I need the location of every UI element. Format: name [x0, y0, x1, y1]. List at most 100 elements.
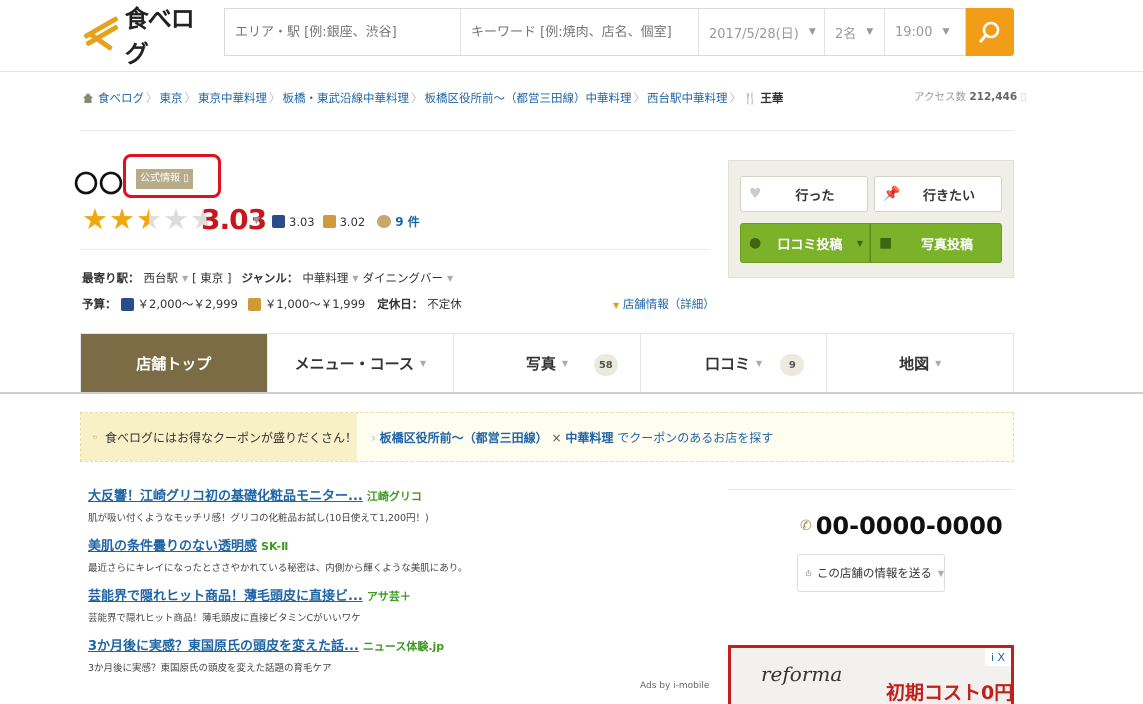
genre-link[interactable]: ダイニングバー [363, 270, 444, 286]
ad-sponsor: SK-Ⅱ [261, 540, 289, 553]
breadcrumb-item[interactable]: 東京 [160, 90, 183, 106]
breadcrumb-current: 王華 [760, 91, 784, 105]
star-icon: ★ [82, 202, 108, 236]
ad-title[interactable]: 3か月後に実感？東国原氏の頭皮を変えた話... [88, 639, 359, 654]
coupon-suffix: でクーポンのあるお店を探す [617, 430, 774, 445]
chevron-down-icon[interactable]: ▼ [253, 216, 260, 226]
search-icon [979, 21, 1000, 43]
ad-sponsor: ニュース体験.jp [362, 640, 445, 653]
tab-count: 58 [593, 354, 618, 376]
review-count-link[interactable]: 9 件 [395, 213, 420, 230]
ads-by-label[interactable]: Ads by i-mobile [640, 681, 709, 691]
tab-photos[interactable]: 写真 ▼ 58 [454, 334, 641, 393]
store-detail-label: 店舗情報（詳細） [622, 297, 715, 311]
tab-label: 写真 [525, 355, 556, 373]
coupon-message: 食べログにはお得なクーポンが盛りだくさん！ [104, 430, 357, 445]
sun-icon [247, 297, 261, 311]
budget-lunch: ￥1,000～￥1,999 [264, 297, 366, 311]
review-label: 口コミ投稿 [777, 237, 843, 253]
ad-description: 3か月後に実感？東国原氏の頭皮を変えた話題の育毛ケア [88, 663, 332, 674]
coupon-search-link[interactable]: › 板橋区役所前～（都営三田線） × 中華料理 でクーポンのあるお店を探す [357, 429, 773, 446]
ad-title[interactable]: 大反響！江崎グリコ初の基礎化粧品モニター... [88, 489, 363, 504]
ad-title[interactable]: 美肌の条件曇りのない透明感 [88, 539, 257, 554]
time-select[interactable]: 19:00 ▼ [885, 9, 965, 55]
send-shop-info-button[interactable]: この店舗の情報を送る ▼ [797, 554, 945, 592]
budget-label: 予算： [82, 297, 117, 311]
ad-item[interactable]: 芸能界で隠れヒット商品！薄毛頭皮に直接ビ... アサ芸＋ 芸能界で隠れヒット商品！… [88, 585, 411, 624]
night-score: 3.03 [289, 214, 315, 229]
people-select[interactable]: 2名 ▼ [825, 9, 885, 55]
send-info-label: この店舗の情報を送る [816, 566, 932, 580]
chevron-down-icon: ▼ [866, 27, 874, 37]
want-to-go-button[interactable]: 📌 行きたい [874, 176, 1002, 212]
shop-name: 〇〇 [74, 170, 124, 198]
chevron-down-icon: ▼ [808, 27, 816, 37]
post-photo-button[interactable]: ■ 写真投稿 [870, 223, 1002, 263]
tab-top[interactable]: 店舗トップ [81, 334, 268, 393]
ad-description: 最近さらにキレイになったとささやかれている秘密は、内側から輝くような美肌にあり。 [88, 563, 468, 574]
breadcrumb-separator: 〉 [184, 91, 197, 105]
tab-reviews[interactable]: 口コミ ▼ 9 [641, 334, 828, 393]
comment-icon: ● [749, 235, 762, 251]
tab-label: メニュー・コース [294, 355, 414, 373]
shop-info-line1: 最寄り駅： 西台駅 ▼ [ 東京 ] ジャンル： 中華料理 ▼ ダイニングバー … [82, 270, 453, 286]
star-rating: ★ ★ ★ ★ ★ [82, 204, 216, 234]
banner-text: 初期コスト0円で [886, 682, 1014, 704]
phone-number: ✆ 00-0000-0000 [800, 512, 1003, 540]
breadcrumb-item[interactable]: 板橋・東武沿線中華料理 [283, 90, 410, 106]
phone-value: 00-0000-0000 [815, 512, 1003, 540]
info-icon: ▯ [1020, 91, 1027, 103]
breadcrumb-separator: 〉 [633, 91, 646, 105]
holiday-label: 定休日： [377, 297, 424, 311]
station-link[interactable]: 西台駅 [144, 270, 179, 286]
tabelog-logo[interactable]: 食べログ [80, 5, 210, 68]
chevron-down-icon: ▼ [935, 359, 942, 368]
store-detail-link[interactable]: ▼ 店舗情報（詳細） [613, 296, 715, 312]
home-icon [83, 93, 93, 103]
breadcrumb-item[interactable]: 東京中華料理 [198, 90, 267, 106]
search-button[interactable] [966, 8, 1014, 56]
breadcrumb-item[interactable]: 板橋区役所前～（都営三田線）中華料理 [425, 90, 632, 106]
search-bar: 2017/5/28(日) ▼ 2名 ▼ 19:00 ▼ [224, 8, 966, 56]
breadcrumb: 食べログ〉 東京〉 東京中華料理〉 板橋・東武沿線中華料理〉 板橋区役所前～（都… [82, 88, 783, 108]
pin-icon: 📌 [883, 186, 901, 202]
ad-item[interactable]: 美肌の条件曇りのない透明感 SK-Ⅱ 最近さらにキレイになったとささやかれている秘… [88, 535, 468, 574]
action-panel: ♥ 行った 📌 行きたい ● 口コミ投稿 ▼ ■ 写真投稿 [728, 160, 1014, 278]
went-button[interactable]: ♥ 行った [740, 176, 868, 212]
ad-close-icon[interactable]: i X [985, 648, 1011, 666]
area-tag[interactable]: [ 東京 ] [192, 270, 231, 286]
access-count: アクセス数 212,446 ▯ [914, 89, 1026, 104]
phone-icon: ✆ [800, 518, 812, 534]
banner-ad[interactable]: reforma 初期コスト0円で i X [728, 645, 1014, 704]
breadcrumb-separator: 〉 [411, 91, 423, 105]
ad-item[interactable]: 大反響！江崎グリコ初の基礎化粧品モニター... 江崎グリコ 肌が吸い付くようなモッ… [88, 485, 429, 524]
ad-item[interactable]: 3か月後に実感？東国原氏の頭皮を変えた話... ニュース体験.jp 3か月後に実感… [88, 635, 444, 674]
area-field-wrap [225, 9, 461, 55]
ad-sponsor: アサ芸＋ [366, 590, 411, 603]
coupon-area: 板橋区役所前～（都営三田線） [379, 430, 548, 445]
comment-icon [377, 215, 392, 228]
coupon-icon [93, 435, 97, 439]
sun-icon [322, 215, 336, 228]
tab-label: 地図 [899, 355, 930, 373]
area-input[interactable] [235, 24, 460, 40]
genre-link[interactable]: 中華料理 [302, 270, 348, 286]
date-select[interactable]: 2017/5/28(日) ▼ [699, 9, 825, 55]
photo-label: 写真投稿 [920, 237, 973, 253]
ad-title[interactable]: 芸能界で隠れヒット商品！薄毛頭皮に直接ビ... [88, 589, 363, 604]
chevron-down-icon: ▼ [182, 273, 189, 283]
tab-label: 店舗トップ [136, 355, 212, 373]
share-icon [806, 569, 811, 577]
breadcrumb-item[interactable]: 食べログ [98, 90, 144, 106]
keyword-input[interactable] [471, 24, 698, 40]
camera-icon: ■ [879, 235, 893, 251]
banner-brand: reforma [761, 662, 843, 686]
post-review-button[interactable]: ● 口コミ投稿 ▼ [740, 223, 870, 263]
divider [80, 130, 1014, 131]
shop-tabs: 店舗トップ メニュー・コース ▼ 写真 ▼ 58 口コミ ▼ 9 地図 ▼ [80, 333, 1014, 393]
access-label: アクセス数 [914, 91, 966, 103]
tab-menu[interactable]: メニュー・コース ▼ [268, 334, 455, 393]
chevron-down-icon: ▼ [447, 273, 454, 283]
breadcrumb-item[interactable]: 西台駅中華料理 [647, 90, 728, 106]
tab-map[interactable]: 地図 ▼ [827, 334, 1013, 393]
